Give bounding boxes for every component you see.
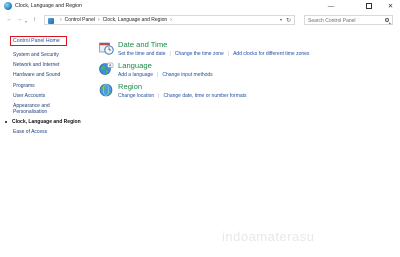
- category-title-language[interactable]: Language: [118, 61, 152, 71]
- recent-locations-button[interactable]: ▾: [25, 18, 27, 26]
- category-title-region[interactable]: Region: [118, 82, 142, 92]
- sidebar-item-clock-language-region: Clock, Language and Region: [5, 119, 81, 125]
- chevron-right-icon[interactable]: ›: [170, 17, 172, 23]
- category-title-date-time[interactable]: Date and Time: [118, 40, 167, 50]
- sidebar-item-hardware-sound[interactable]: Hardware and Sound: [13, 72, 60, 78]
- breadcrumb: › Control Panel › Clock, Language and Regio…: [57, 17, 175, 24]
- maximize-icon: [366, 3, 372, 9]
- sidebar-item-programs[interactable]: Programs: [13, 83, 35, 89]
- category-language: A Language Add a language | Change input m…: [96, 61, 396, 81]
- forward-button[interactable]: →: [16, 16, 23, 24]
- control-panel-icon: [4, 2, 12, 10]
- link-change-input-methods[interactable]: Change input methods: [162, 72, 212, 78]
- globe-icon: [99, 83, 113, 97]
- sidebar: Control Panel Home System and Security N…: [0, 28, 90, 257]
- category-region: Region Change location | Change date, time…: [96, 82, 396, 102]
- chevron-right-icon[interactable]: ›: [98, 17, 100, 23]
- category-links: Add a language | Change input methods: [118, 72, 213, 78]
- sidebar-item-appearance[interactable]: Appearance and Personalisation: [13, 103, 73, 115]
- sidebar-item-network-internet[interactable]: Network and Internet: [13, 62, 59, 68]
- search-box[interactable]: [304, 15, 393, 25]
- breadcrumb-control-panel[interactable]: Control Panel: [65, 17, 95, 23]
- language-icon: A: [99, 62, 114, 75]
- navigation-bar: ← → ▾ ↑ › Control Panel › Clock, Language a…: [0, 13, 400, 28]
- category-date-time: Date and Time Set the time and date | Chan…: [96, 40, 396, 60]
- close-button[interactable]: ✕: [381, 0, 400, 12]
- link-change-time-zone[interactable]: Change the time zone: [175, 51, 224, 57]
- link-add-clocks[interactable]: Add clocks for different time zones: [233, 51, 309, 57]
- link-add-language[interactable]: Add a language: [118, 72, 153, 78]
- watermark-text: indoamaterasu: [222, 229, 315, 244]
- back-button[interactable]: ←: [6, 16, 13, 24]
- link-set-time-date[interactable]: Set the time and date: [118, 51, 166, 57]
- control-panel-home-link[interactable]: Control Panel Home: [10, 36, 67, 46]
- chevron-right-icon: ›: [60, 17, 62, 23]
- current-item-bullet: [5, 120, 7, 123]
- address-dropdown-button[interactable]: ▾: [280, 17, 282, 22]
- control-panel-icon: [48, 17, 54, 24]
- minimize-button[interactable]: —: [318, 0, 344, 12]
- link-change-formats[interactable]: Change date, time or number formats: [163, 93, 246, 99]
- breadcrumb-clock-language-region[interactable]: Clock, Language and Region: [103, 17, 168, 23]
- clock-icon: [99, 42, 114, 55]
- refresh-button[interactable]: ↻: [286, 17, 291, 24]
- category-links: Change location | Change date, time or num…: [118, 93, 247, 99]
- title-bar: Clock, Language and Region — ✕: [0, 0, 400, 14]
- window-title: Clock, Language and Region: [15, 3, 82, 9]
- category-links: Set the time and date | Change the time zo…: [118, 51, 310, 57]
- main-content: Date and Time Set the time and date | Chan…: [96, 28, 396, 148]
- sidebar-item-ease-of-access[interactable]: Ease of Access: [13, 129, 47, 135]
- link-change-location[interactable]: Change location: [118, 93, 154, 99]
- sidebar-item-system-security[interactable]: System and Security: [13, 52, 59, 58]
- address-bar[interactable]: › Control Panel › Clock, Language and Regio…: [44, 15, 295, 25]
- search-icon[interactable]: [385, 18, 389, 22]
- sidebar-item-user-accounts[interactable]: User Accounts: [13, 93, 45, 99]
- search-input[interactable]: [308, 16, 382, 25]
- up-button[interactable]: ↑: [33, 16, 36, 24]
- maximize-button[interactable]: [356, 0, 382, 12]
